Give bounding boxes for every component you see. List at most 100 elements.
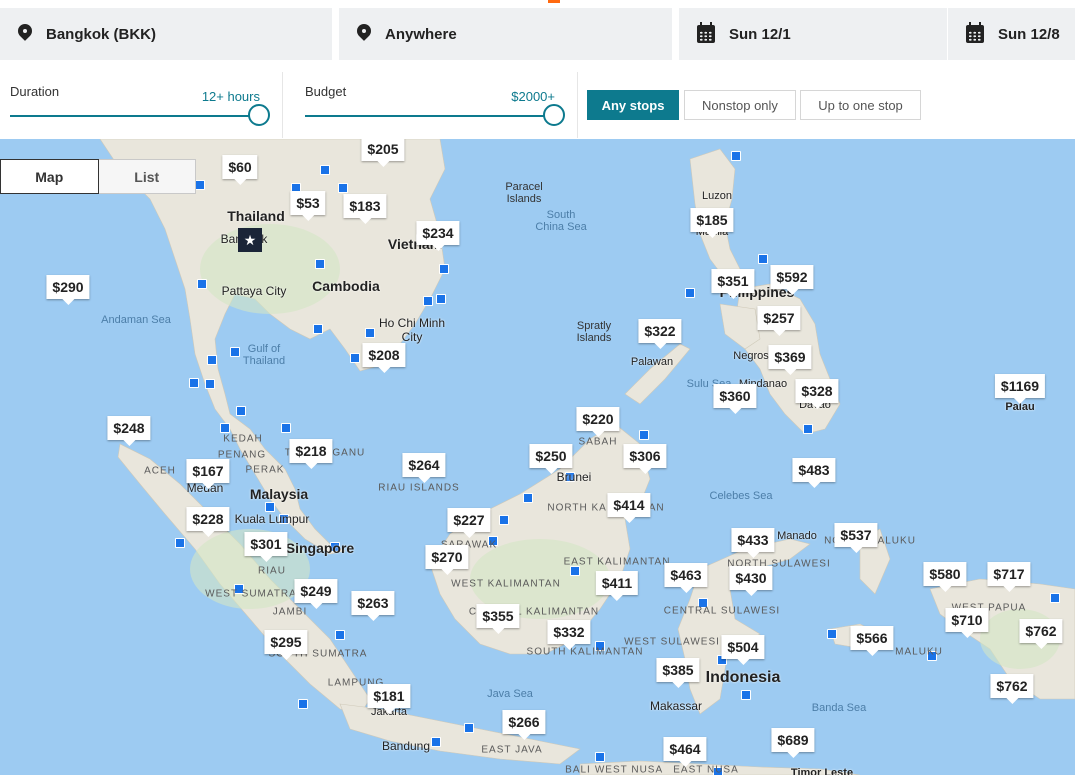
airport-marker-icon[interactable]: [741, 690, 751, 700]
price-tag[interactable]: $689: [771, 728, 815, 758]
price-tag[interactable]: $464: [663, 737, 707, 767]
results-map[interactable]: Map List Thailand Cambodia Vietnam Malay…: [0, 139, 1075, 775]
airport-marker-icon[interactable]: [436, 294, 446, 304]
price-tag[interactable]: $762: [1019, 619, 1063, 649]
price-tag[interactable]: $306: [623, 444, 667, 474]
airport-marker-icon[interactable]: [298, 699, 308, 709]
airport-marker-icon[interactable]: [639, 430, 649, 440]
airport-marker-icon[interactable]: [220, 423, 230, 433]
price-tag[interactable]: $60: [222, 155, 258, 185]
duration-slider-handle[interactable]: [248, 104, 270, 126]
price-tag[interactable]: $264: [402, 453, 446, 483]
price-tag[interactable]: $360: [713, 384, 757, 414]
price-tag[interactable]: $537: [834, 523, 878, 553]
price-tag[interactable]: $266: [502, 710, 546, 740]
price-tag[interactable]: $504: [721, 635, 765, 665]
any-stops-button[interactable]: Any stops: [587, 90, 679, 120]
airport-marker-icon[interactable]: [570, 566, 580, 576]
airport-marker-icon[interactable]: [595, 752, 605, 762]
price-tag[interactable]: $183: [343, 194, 387, 224]
airport-marker-icon[interactable]: [803, 424, 813, 434]
airport-marker-icon[interactable]: [315, 259, 325, 269]
price-tag[interactable]: $208: [362, 343, 406, 373]
list-view-button[interactable]: List: [98, 160, 195, 193]
price-tag[interactable]: $220: [576, 407, 620, 437]
up-to-one-stop-button[interactable]: Up to one stop: [800, 90, 921, 120]
airport-marker-icon[interactable]: [731, 151, 741, 161]
airport-marker-icon[interactable]: [175, 538, 185, 548]
price-tag[interactable]: $53: [290, 191, 326, 221]
airport-marker-icon[interactable]: [338, 183, 348, 193]
price-tag[interactable]: $355: [476, 604, 520, 634]
airport-marker-icon[interactable]: [523, 493, 533, 503]
airport-marker-icon[interactable]: [464, 723, 474, 733]
budget-slider-handle[interactable]: [543, 104, 565, 126]
price-tag[interactable]: $295: [264, 630, 308, 660]
price-tag[interactable]: $351: [711, 269, 755, 299]
airport-marker-icon[interactable]: [685, 288, 695, 298]
map-view-button[interactable]: Map: [0, 159, 99, 194]
budget-filter[interactable]: Budget $2000+: [305, 78, 565, 134]
duration-slider-track[interactable]: [10, 115, 260, 117]
price-tag[interactable]: $369: [768, 345, 812, 375]
price-tag[interactable]: $167: [186, 459, 230, 489]
price-tag[interactable]: $322: [638, 319, 682, 349]
price-tag[interactable]: $218: [289, 439, 333, 469]
price-tag[interactable]: $250: [529, 444, 573, 474]
nonstop-only-button[interactable]: Nonstop only: [684, 90, 796, 120]
price-tag[interactable]: $332: [547, 620, 591, 650]
price-tag[interactable]: $234: [416, 221, 460, 251]
price-tag[interactable]: $249: [294, 579, 338, 609]
price-tag[interactable]: $257: [757, 306, 801, 336]
price-tag[interactable]: $385: [656, 658, 700, 688]
price-tag[interactable]: $270: [425, 545, 469, 575]
airport-marker-icon[interactable]: [758, 254, 768, 264]
price-tag[interactable]: $1169: [994, 374, 1046, 404]
price-tag[interactable]: $411: [595, 571, 639, 601]
price-tag[interactable]: $717: [987, 562, 1031, 592]
price-tag[interactable]: $185: [690, 208, 734, 238]
airport-marker-icon[interactable]: [1050, 593, 1060, 603]
airport-marker-icon[interactable]: [207, 355, 217, 365]
price-tag[interactable]: $263: [351, 591, 395, 621]
airport-marker-icon[interactable]: [189, 378, 199, 388]
airport-marker-icon[interactable]: [439, 264, 449, 274]
airport-marker-icon[interactable]: [197, 279, 207, 289]
airport-marker-icon[interactable]: [335, 630, 345, 640]
airport-marker-icon[interactable]: [313, 324, 323, 334]
price-tag[interactable]: $483: [792, 458, 836, 488]
airport-marker-icon[interactable]: [281, 423, 291, 433]
budget-slider-track[interactable]: [305, 115, 555, 117]
airport-marker-icon[interactable]: [195, 180, 205, 190]
price-tag[interactable]: $414: [607, 493, 651, 523]
price-tag[interactable]: $762: [990, 674, 1034, 704]
duration-filter[interactable]: Duration 12+ hours: [10, 78, 270, 134]
airport-marker-icon[interactable]: [265, 502, 275, 512]
price-tag[interactable]: $205: [361, 139, 405, 167]
return-date-field[interactable]: Sun 12/8: [948, 8, 1075, 60]
price-tag[interactable]: $592: [770, 265, 814, 295]
price-tag[interactable]: $301: [244, 532, 288, 562]
airport-marker-icon[interactable]: [431, 737, 441, 747]
airport-marker-icon[interactable]: [423, 296, 433, 306]
airport-marker-icon[interactable]: [350, 353, 360, 363]
price-tag[interactable]: $430: [729, 566, 773, 596]
depart-date-field[interactable]: Sun 12/1: [679, 8, 947, 60]
airport-marker-icon[interactable]: [236, 406, 246, 416]
price-tag[interactable]: $433: [731, 528, 775, 558]
price-tag[interactable]: $248: [107, 416, 151, 446]
view-toggle[interactable]: Map List: [0, 159, 196, 194]
price-tag[interactable]: $463: [664, 563, 708, 593]
price-tag[interactable]: $566: [850, 626, 894, 656]
airport-marker-icon[interactable]: [205, 379, 215, 389]
price-tag[interactable]: $227: [447, 508, 491, 538]
price-tag[interactable]: $290: [46, 275, 90, 305]
airport-marker-icon[interactable]: [365, 328, 375, 338]
price-tag[interactable]: $580: [923, 562, 967, 592]
price-tag[interactable]: $710: [945, 608, 989, 638]
price-tag[interactable]: $328: [795, 379, 839, 409]
origin-field[interactable]: Bangkok (BKK): [0, 8, 332, 60]
airport-marker-icon[interactable]: [827, 629, 837, 639]
airport-marker-icon[interactable]: [499, 515, 509, 525]
airport-marker-icon[interactable]: [320, 165, 330, 175]
